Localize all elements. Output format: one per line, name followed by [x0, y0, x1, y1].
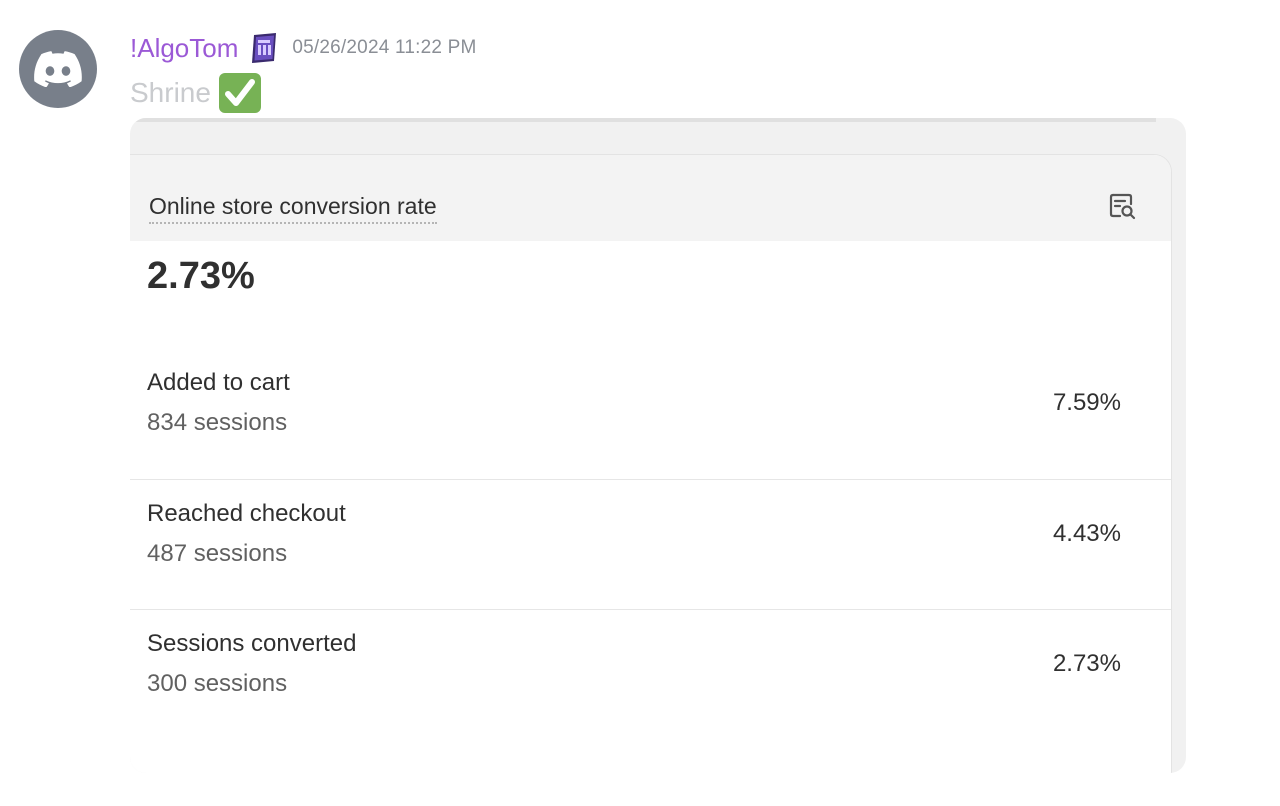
attached-image[interactable]: Online store conversion rate 2.73% Added… [130, 118, 1186, 773]
conversion-rate-card: Online store conversion rate 2.73% Added… [130, 154, 1172, 773]
funnel-row: Added to cart 834 sessions 7.59% [130, 349, 1171, 479]
role-badge-icon[interactable] [246, 30, 282, 66]
message-header: !AlgoTom 05/26/2024 11:22 PM [130, 28, 476, 68]
message-content: Shrine [130, 72, 261, 114]
funnel-row: Reached checkout 487 sessions 4.43% [130, 479, 1171, 610]
message-text: Shrine [130, 77, 211, 108]
explore-data-icon [1107, 191, 1137, 221]
user-avatar[interactable] [19, 30, 97, 108]
funnel-row-label: Added to cart [147, 369, 290, 396]
username[interactable]: !AlgoTom [130, 30, 238, 66]
funnel-row-sessions: 834 sessions [147, 409, 288, 436]
funnel-row-label: Sessions converted [147, 630, 357, 657]
card-title: Online store conversion rate [149, 193, 437, 224]
chat-message: !AlgoTom 05/26/2024 11:22 PM Shrine Onli… [0, 0, 1280, 806]
funnel-row-percent: 4.43% [1052, 520, 1121, 547]
funnel-row-percent: 2.73% [1052, 650, 1121, 677]
funnel-row-sessions: 300 sessions [147, 670, 288, 697]
funnel-row-label: Reached checkout [147, 500, 346, 527]
discord-logo-icon [34, 51, 82, 87]
funnel-row-sessions: 487 sessions [147, 540, 288, 567]
message-timestamp: 05/26/2024 11:22 PM [292, 37, 477, 58]
funnel-row-percent: 7.59% [1052, 389, 1121, 416]
image-top-edge [130, 118, 1156, 122]
conversion-rate-value: 2.73% [147, 255, 255, 297]
check-mark-icon [218, 73, 261, 113]
funnel-row: Sessions converted 300 sessions 2.73% [130, 609, 1171, 740]
